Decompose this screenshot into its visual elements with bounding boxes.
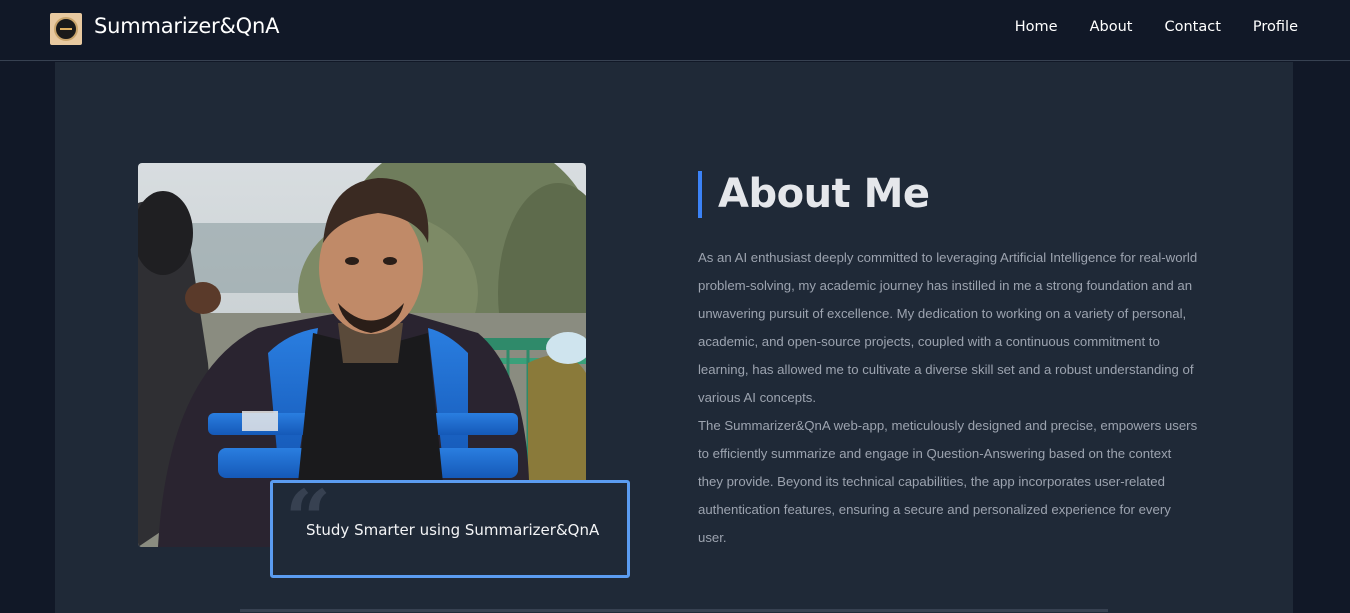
logo-icon[interactable] bbox=[50, 13, 82, 45]
nav-link-home[interactable]: Home bbox=[1015, 19, 1058, 35]
nav-link-profile[interactable]: Profile bbox=[1253, 19, 1298, 35]
top-navbar: Summarizer&QnA Home About Contact Profil… bbox=[0, 0, 1350, 61]
about-bio: As an AI enthusiast deeply committed to … bbox=[698, 244, 1198, 552]
bio-paragraph-1: As an AI enthusiast deeply committed to … bbox=[698, 250, 1198, 405]
nav-links: Home About Contact Profile bbox=[1015, 19, 1298, 35]
nav-link-about[interactable]: About bbox=[1090, 19, 1133, 35]
section-divider bbox=[240, 609, 1108, 612]
quote-icon: “ bbox=[285, 472, 332, 566]
nav-link-contact[interactable]: Contact bbox=[1164, 19, 1220, 35]
section-heading: About Me bbox=[698, 171, 930, 218]
about-heading: About Me bbox=[718, 171, 930, 217]
brand-name[interactable]: Summarizer&QnA bbox=[94, 14, 279, 38]
quote-text: Study Smarter using Summarizer&QnA bbox=[306, 521, 600, 539]
bio-paragraph-2: The Summarizer&QnA web-app, meticulously… bbox=[698, 418, 1198, 545]
quote-card: “ Study Smarter using Summarizer&QnA bbox=[270, 472, 630, 578]
